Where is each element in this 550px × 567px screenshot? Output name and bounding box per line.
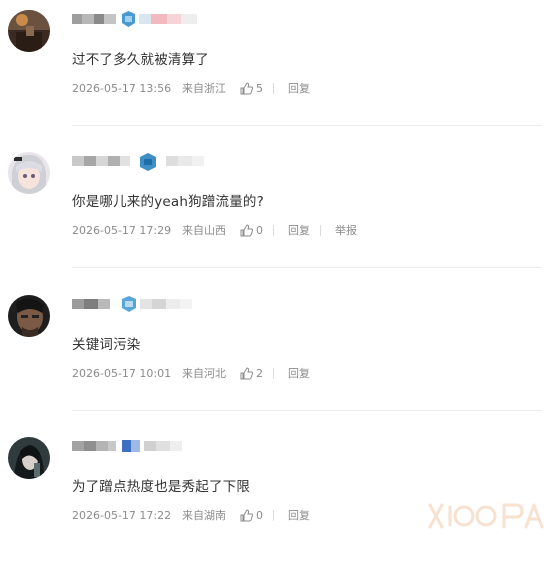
comment-time: 2026-05-17 13:56: [72, 81, 172, 95]
like-button[interactable]: 0: [240, 509, 263, 522]
reply-button[interactable]: 回复: [288, 222, 310, 238]
like-button[interactable]: 0: [240, 224, 263, 237]
username-blurred[interactable]: [72, 14, 116, 24]
thumbs-up-icon: [240, 508, 253, 521]
user-avatar[interactable]: [8, 437, 50, 479]
like-button[interactable]: 5: [240, 82, 263, 95]
comment-time: 2026-05-17 17:22: [72, 508, 172, 522]
report-button[interactable]: 举报: [335, 222, 357, 238]
comment-item: 你是哪儿来的yeah狗蹭流量的? 2026-05-17 17:29 来自山西 0…: [0, 142, 550, 282]
meta-separator: [320, 224, 321, 236]
user-level-badge: [122, 11, 135, 27]
user-avatar[interactable]: [8, 10, 50, 52]
comment-divider: [72, 125, 542, 126]
comment-meta: 2026-05-17 17:22 来自湖南 0 回复: [72, 507, 310, 523]
like-count: 2: [256, 366, 263, 380]
comment-text: 关键词污染: [72, 337, 141, 353]
comment-location: 来自山西: [182, 224, 226, 237]
thumbs-up-icon: [240, 366, 253, 379]
comment-item: 关键词污染 2026-05-17 10:01 来自河北 2 回复: [0, 285, 550, 425]
comment-location: 来自河北: [182, 367, 226, 380]
thumbs-up-icon: [240, 81, 253, 94]
like-count: 5: [256, 81, 263, 95]
reply-button[interactable]: 回复: [288, 507, 310, 523]
reply-button[interactable]: 回复: [288, 80, 310, 96]
username-blurred[interactable]: [72, 299, 110, 309]
comment-time: 2026-05-17 17:29: [72, 223, 172, 237]
comment-item: 过不了多久就被清算了 2026-05-17 13:56 来自浙江 5 回复: [0, 0, 550, 140]
comment-location: 来自湖南: [182, 509, 226, 522]
comment-text: 你是哪儿来的yeah狗蹭流量的?: [72, 194, 264, 210]
user-tag-blurred: [166, 156, 204, 166]
comment-text: 为了蹭点热度也是秀起了下限: [72, 479, 251, 495]
comment-divider: [72, 267, 542, 268]
user-avatar[interactable]: [8, 152, 50, 194]
reply-button[interactable]: 回复: [288, 365, 310, 381]
user-level-badge: [122, 296, 136, 312]
comment-time: 2026-05-17 10:01: [72, 366, 172, 380]
comment-meta: 2026-05-17 17:29 来自山西 0 回复 举报: [72, 222, 357, 238]
user-level-badge: [122, 438, 140, 454]
meta-separator: [273, 82, 274, 94]
user-tag-blurred: [144, 441, 182, 451]
like-button[interactable]: 2: [240, 367, 263, 380]
comment-divider: [72, 410, 542, 411]
username-blurred[interactable]: [72, 156, 130, 166]
comment-meta: 2026-05-17 10:01 来自河北 2 回复: [72, 365, 310, 381]
like-count: 0: [256, 508, 263, 522]
comment-text: 过不了多久就被清算了: [72, 52, 209, 68]
meta-separator: [273, 509, 274, 521]
username-blurred[interactable]: [72, 441, 116, 451]
meta-separator: [273, 367, 274, 379]
thumbs-up-icon: [240, 223, 253, 236]
user-tag-blurred: [140, 299, 192, 309]
watermark-logo: [426, 495, 544, 535]
user-level-badge: [140, 153, 156, 171]
user-tag-blurred: [139, 14, 197, 24]
comment-location: 来自浙江: [182, 82, 226, 95]
comment-meta: 2026-05-17 13:56 来自浙江 5 回复: [72, 80, 310, 96]
user-avatar[interactable]: [8, 295, 50, 337]
meta-separator: [273, 224, 274, 236]
like-count: 0: [256, 223, 263, 237]
